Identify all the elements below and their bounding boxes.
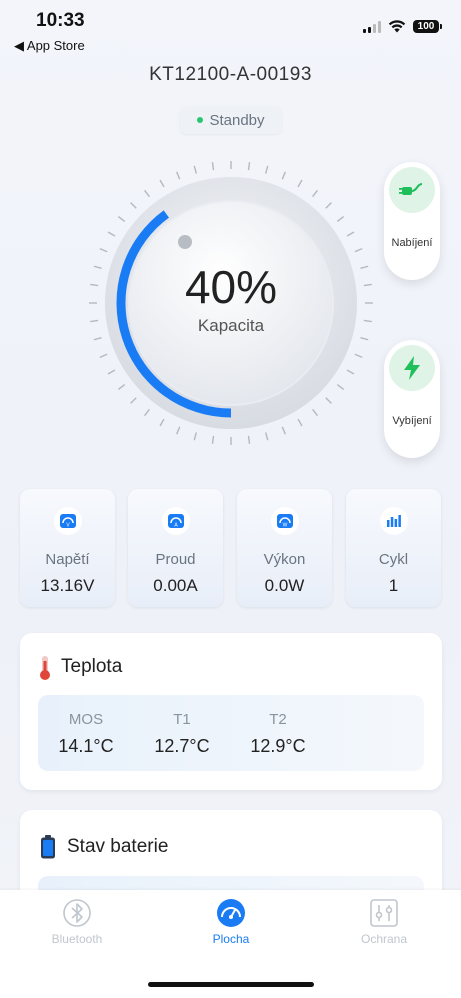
- status-dot-icon: [197, 117, 204, 123]
- charge-label: Nabíjení: [391, 237, 433, 249]
- temp-value: 12.9°C: [250, 736, 306, 756]
- battery-state-title: Stav baterie: [67, 836, 169, 857]
- home-indicator: [148, 982, 314, 987]
- voltage-gauge-icon: V: [53, 507, 82, 535]
- discharge-label: Vybíjení: [392, 415, 432, 427]
- battery-state-icon: [41, 835, 55, 859]
- temp-value: 12.7°C: [154, 736, 210, 756]
- power-gauge-icon: W: [270, 507, 299, 535]
- stat-value: 0.0W: [264, 576, 305, 595]
- plug-icon: [389, 167, 435, 213]
- temp-sensor-t2: T2 12.9°C: [233, 711, 323, 757]
- gauge-readout: 40% Kapacita: [86, 158, 376, 448]
- status-time: 10:33: [36, 10, 85, 31]
- stat-card-cycles: Cykl 1: [346, 489, 441, 607]
- temp-label: T2: [269, 711, 287, 728]
- charge-button[interactable]: Nabíjení: [384, 162, 440, 280]
- discharge-button[interactable]: Vybíjení: [384, 340, 440, 458]
- sliders-icon: [370, 899, 398, 927]
- battery-icon: 100: [413, 20, 442, 33]
- nav-tab-protection[interactable]: Ochrana: [324, 898, 444, 946]
- stat-value: 0.00A: [153, 576, 198, 595]
- bar-chart-icon: [379, 507, 408, 535]
- temp-label: MOS: [68, 711, 104, 728]
- svg-text:W: W: [282, 523, 287, 529]
- nav-label-home: Plocha: [212, 932, 250, 946]
- temp-sensor-mos: MOS 14.1°C: [41, 711, 131, 757]
- nav-tab-bluetooth[interactable]: Bluetooth: [17, 898, 137, 946]
- capacity-percent: 40%: [184, 261, 278, 313]
- stat-card-voltage: V Napětí 13.16V: [20, 489, 115, 607]
- bluetooth-icon: [63, 899, 91, 927]
- stat-label: Proud: [155, 551, 196, 568]
- wifi-icon: [388, 20, 406, 33]
- stat-value: 1: [388, 576, 399, 595]
- lightning-icon: [389, 345, 435, 391]
- temp-value: 14.1°C: [58, 736, 114, 756]
- back-to-app-store[interactable]: ◀ App Store: [14, 38, 85, 54]
- nav-label-protection: Ochrana: [360, 932, 408, 946]
- temp-label: T1: [173, 711, 191, 728]
- stat-value: 13.16V: [40, 576, 95, 595]
- device-title: KT12100-A-00193: [149, 64, 312, 85]
- stat-label: Cykl: [378, 551, 409, 568]
- temperature-title: Teplota: [61, 656, 123, 677]
- current-gauge-icon: A: [161, 507, 190, 535]
- dashboard-gauge-icon: [217, 899, 245, 927]
- capacity-label: Kapacita: [197, 316, 265, 335]
- status-badge: Standby: [180, 106, 282, 134]
- stat-label: Napětí: [45, 551, 90, 568]
- stat-label: Výkon: [263, 551, 306, 568]
- stat-card-power: W Výkon 0.0W: [237, 489, 332, 607]
- nav-tab-home[interactable]: Plocha: [171, 898, 291, 946]
- status-indicators: 100: [363, 20, 442, 33]
- status-label: Standby: [209, 111, 265, 129]
- temperature-readings: MOS 14.1°C T1 12.7°C T2 12.9°C: [38, 695, 424, 771]
- thermometer-icon: [40, 656, 50, 680]
- nav-label-bluetooth: Bluetooth: [51, 932, 103, 946]
- temp-sensor-t1: T1 12.7°C: [137, 711, 227, 757]
- stat-card-current: A Proud 0.00A: [128, 489, 223, 607]
- cellular-signal-icon: [363, 20, 381, 33]
